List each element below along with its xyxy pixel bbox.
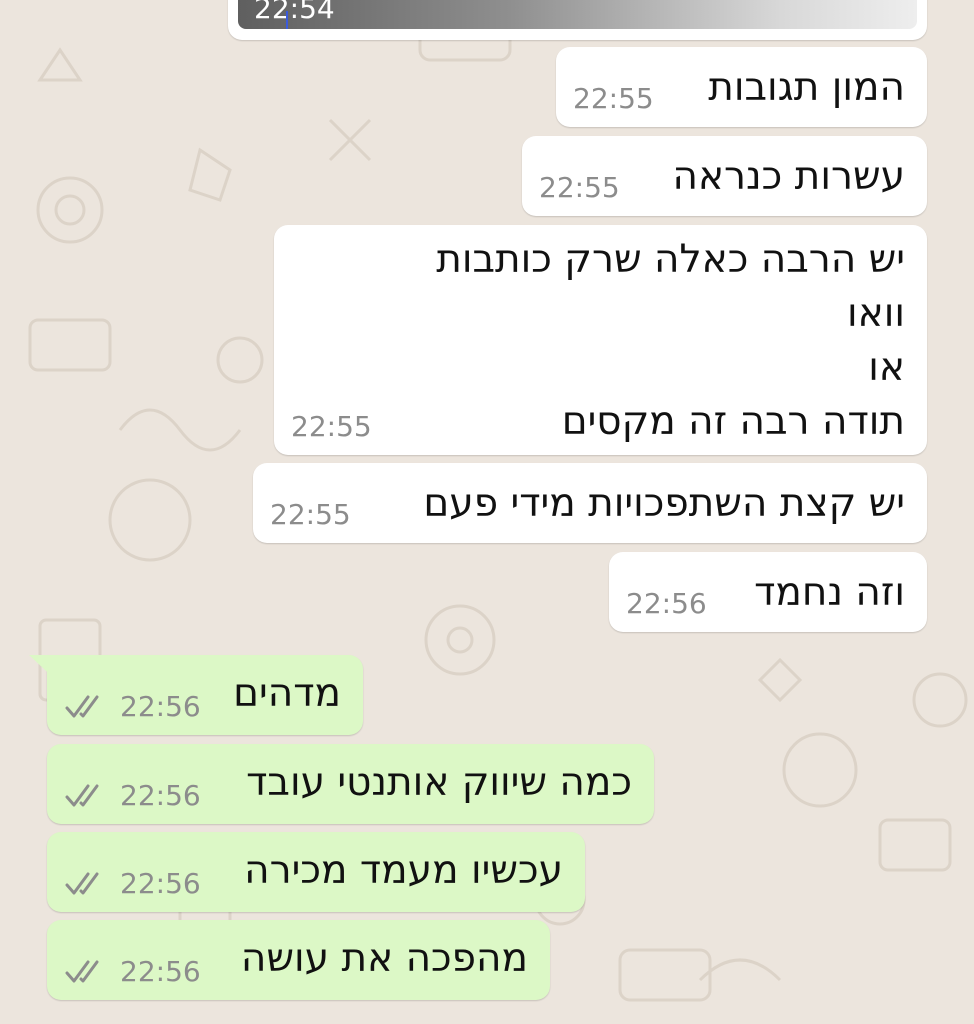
message-time: 22:55: [270, 498, 351, 531]
message-incoming[interactable]: וזה נחמד 22:56: [609, 552, 927, 632]
message-text: יש הרבה כאלה שרק כותבות וואו או תודה רבה…: [436, 237, 905, 444]
video-thumbnail[interactable]: 22:54: [238, 0, 917, 29]
message-text: עשרות כנראה: [672, 154, 905, 199]
message-text: מדהים: [233, 671, 341, 716]
message-outgoing[interactable]: כמה שיווק אותנטי עובד 22:56: [47, 744, 654, 824]
double-check-icon: [65, 695, 99, 718]
message-time: 22:55: [539, 171, 620, 204]
message-time: 22:55: [291, 410, 372, 443]
message-time: 22:56: [626, 587, 707, 620]
message-text: יש קצת השתפכויות מידי פעם: [423, 481, 905, 526]
message-time: 22:56: [120, 779, 201, 812]
message-time: 22:55: [573, 82, 654, 115]
message-text: עכשיו מעמד מכירה: [244, 848, 563, 893]
double-check-icon: [65, 784, 99, 807]
video-message[interactable]: 22:54: [228, 0, 927, 40]
message-time: 22:56: [120, 867, 201, 900]
message-outgoing[interactable]: מדהים 22:56: [29, 655, 363, 735]
message-incoming[interactable]: יש קצת השתפכויות מידי פעם 22:55: [253, 463, 927, 543]
message-text: וזה נחמד: [754, 570, 905, 615]
video-time: 22:54: [254, 0, 335, 25]
video-progress-cursor: [286, 11, 288, 29]
message-incoming[interactable]: המון תגובות 22:55: [556, 47, 927, 127]
double-check-icon: [65, 960, 99, 983]
message-time: 22:56: [120, 690, 201, 723]
message-incoming[interactable]: יש הרבה כאלה שרק כותבות וואו או תודה רבה…: [274, 225, 927, 455]
message-outgoing[interactable]: מהפכה את עושה 22:56: [47, 920, 550, 1000]
message-outgoing[interactable]: עכשיו מעמד מכירה 22:56: [47, 832, 585, 912]
message-text: המון תגובות: [708, 65, 905, 110]
message-text: מהפכה את עושה: [240, 936, 528, 981]
message-time: 22:56: [120, 955, 201, 988]
message-incoming[interactable]: עשרות כנראה 22:55: [522, 136, 927, 216]
message-text: כמה שיווק אותנטי עובד: [246, 760, 632, 805]
double-check-icon: [65, 872, 99, 895]
